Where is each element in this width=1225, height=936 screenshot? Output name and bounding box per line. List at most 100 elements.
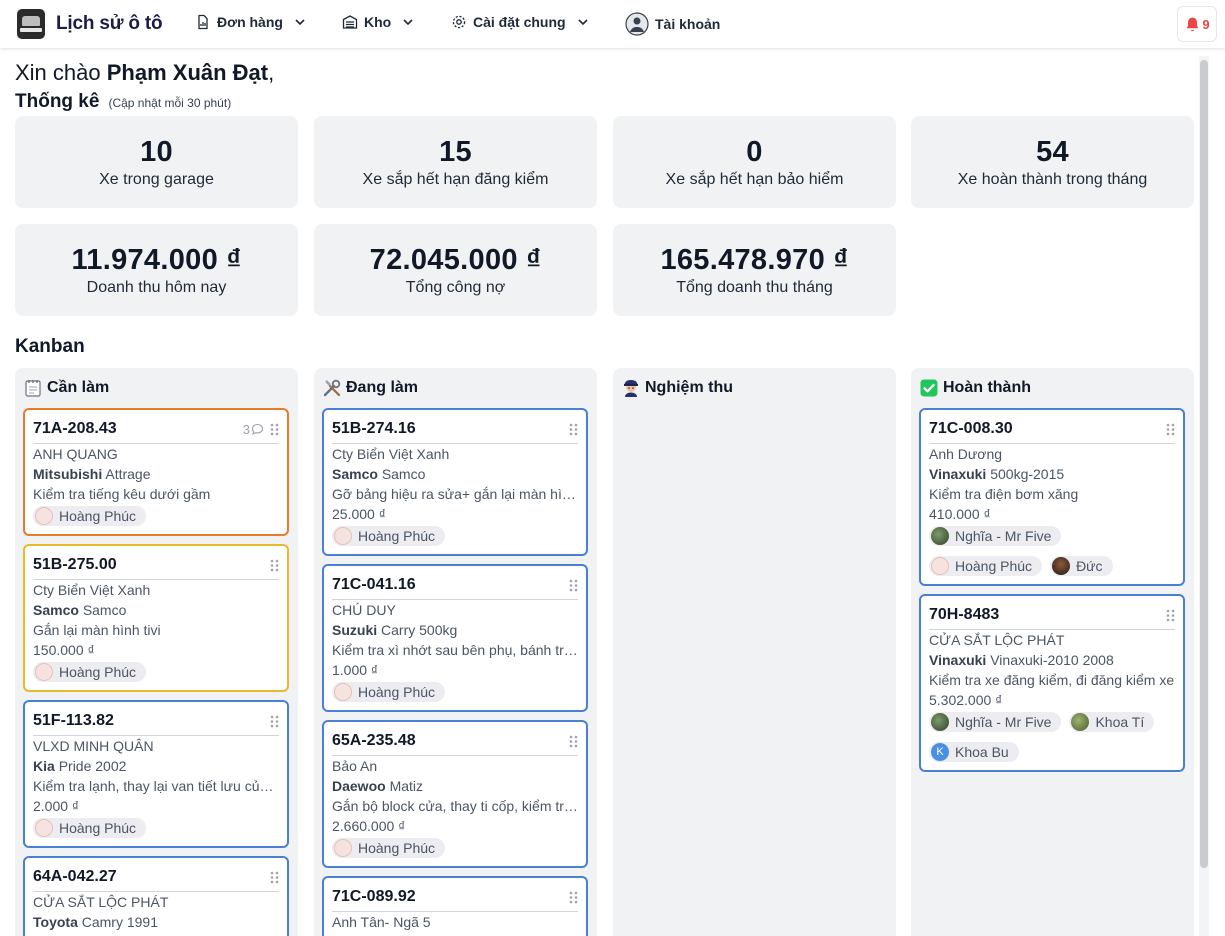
assignee-chip[interactable]: K Khoa Bu: [929, 742, 1019, 762]
assignee-chip[interactable]: Hoàng Phúc: [332, 526, 446, 546]
kanban-card[interactable]: 71C-041.16 CHÚ DUY Suzuki Carry 500kg Kiểm …: [322, 564, 588, 712]
assignee-name: Hoàng Phúc: [955, 558, 1033, 574]
card-plate-row: 64A-042.27: [33, 866, 279, 892]
customer-name: Cty Biển Việt Xanh: [332, 446, 450, 462]
task-description: Kiểm tra xì nhớt sau bên phụ, bánh trước: [332, 642, 578, 658]
vehicle-model: 500kg-2015: [990, 466, 1065, 482]
task-price: 150.000 ₫: [33, 642, 95, 658]
stat-label: Doanh thu hôm nay: [86, 279, 227, 296]
kanban-column-title: Cần làm: [47, 379, 110, 396]
kanban-card[interactable]: 70H-8483 CỬA SẮT LỘC PHÁT Vinaxuki Vinaxuk…: [919, 594, 1185, 772]
vehicle-model: Vinaxuki-2010 2008: [990, 652, 1114, 668]
kanban-card[interactable]: 64A-042.27 CỬA SẮT LỘC PHÁT Toyota Camry 1…: [23, 856, 289, 936]
vehicle-info: Suzuki Carry 500kg: [332, 620, 578, 640]
assignee-chip[interactable]: Đức: [1050, 556, 1113, 576]
assignee-list: Hoàng Phúc: [33, 506, 279, 536]
license-plate: 51F-113.82: [33, 712, 114, 729]
top-navbar: Lịch sử ô tô Đơn hàng Kho Cài đặt chung …: [0, 0, 1225, 48]
assignee-name: Khoa Tí: [1095, 714, 1145, 730]
vehicle-brand: Kia: [33, 758, 55, 774]
assignee-chip[interactable]: Hoàng Phúc: [33, 506, 147, 526]
vehicle-info: Toyota Camry 1991: [33, 912, 279, 932]
card-plate-row: 51F-113.82: [33, 710, 279, 736]
garage-logo-icon: [17, 9, 45, 39]
assignee-chip[interactable]: Khoa Tí: [1069, 712, 1155, 732]
nav-cai-dat-chung[interactable]: Cài đặt chung: [451, 14, 589, 30]
assignee-list: Hoàng Phúc: [33, 662, 279, 692]
drag-handle-icon[interactable]: [569, 579, 578, 592]
kanban-card[interactable]: 71C-008.30 Anh Dương Vinaxuki 500kg-2015 Ki…: [919, 408, 1185, 586]
assignee-chip[interactable]: Hoàng Phúc: [332, 682, 446, 702]
assignee-name: Đức: [1076, 558, 1103, 574]
drag-handle-icon[interactable]: [569, 891, 578, 904]
kanban-card[interactable]: 51F-113.82 VLXD MINH QUÂN Kia Pride 2002 Ki…: [23, 700, 289, 848]
vehicle-model: Attrage: [105, 466, 151, 482]
notifications-button[interactable]: 9: [1177, 6, 1217, 42]
assignee-list: Nghĩa - Mr Five Hoàng Phúc Đức: [929, 526, 1175, 586]
assignee-chip[interactable]: Nghĩa - Mr Five: [929, 712, 1062, 732]
assignee-chip[interactable]: Hoàng Phúc: [33, 818, 147, 838]
avatar: [1052, 557, 1071, 575]
stat-label: Xe trong garage: [99, 171, 214, 188]
comment-count: 3: [242, 421, 250, 437]
brand[interactable]: Lịch sử ô tô: [17, 9, 163, 39]
bell-icon: [1187, 17, 1199, 31]
vehicle-model: Carry 500kg: [381, 622, 458, 638]
scrollbar-thumb[interactable]: [1200, 60, 1208, 868]
drag-handle-icon[interactable]: [270, 559, 279, 572]
assignee-chip[interactable]: Hoàng Phúc: [332, 838, 446, 858]
avatar: [334, 683, 352, 701]
card-plate-row: 71A-208.43 3: [33, 418, 279, 444]
kanban-column-title: Hoàn thành: [943, 379, 1031, 396]
drag-handle-icon[interactable]: [1166, 609, 1175, 622]
stat-card: 15 Xe sắp hết hạn đăng kiểm: [314, 116, 597, 208]
vehicle-brand: Mitsubishi: [33, 466, 103, 482]
drag-handle-icon[interactable]: [270, 715, 279, 728]
customer-name: Anh Dương: [929, 446, 1003, 462]
assignee-chip[interactable]: Hoàng Phúc: [33, 662, 147, 682]
kanban-card[interactable]: 65A-235.48 Bảo An Daewoo Matiz Gắn bộ block…: [322, 720, 588, 868]
license-plate: 70H-8483: [929, 606, 1000, 623]
assignee-list: Hoàng Phúc: [332, 682, 578, 712]
chevron-down-icon: [295, 19, 305, 26]
kanban-card[interactable]: 51B-274.16 Cty Biển Việt Xanh Samco Samco G…: [322, 408, 588, 556]
kanban-card[interactable]: 51B-275.00 Cty Biển Việt Xanh Samco Samco G…: [23, 544, 289, 692]
assignee-name: Hoàng Phúc: [358, 840, 436, 856]
nav-don-hang[interactable]: Đơn hàng: [195, 14, 306, 30]
task-price: 5.302.000 ₫: [929, 692, 1003, 708]
avatar: [334, 839, 352, 857]
card-plate-row: 71C-089.92: [332, 886, 578, 912]
stat-value: 165.478.970 ₫: [660, 244, 849, 276]
nav-tai-khoan[interactable]: Tài khoản: [625, 12, 720, 36]
nav-kho[interactable]: Kho: [342, 14, 414, 30]
customer-name: Bảo An: [332, 758, 378, 774]
vehicle-info: Vinaxuki 500kg-2015: [929, 464, 1175, 484]
card-plate-row: 71C-041.16: [332, 574, 578, 600]
card-actions: [264, 715, 279, 728]
kanban-column-header: Đang làm: [322, 378, 418, 398]
page-scrollbar[interactable]: [1199, 56, 1209, 936]
license-plate: 65A-235.48: [332, 732, 416, 749]
assignee-name: Nghĩa - Mr Five: [955, 714, 1052, 730]
assignee-chip[interactable]: Hoàng Phúc: [929, 556, 1043, 576]
customer-name: VLXD MINH QUÂN: [33, 738, 154, 754]
drag-handle-icon[interactable]: [270, 423, 279, 436]
drag-handle-icon[interactable]: [270, 871, 279, 884]
vehicle-info: Vinaxuki Vinaxuki-2010 2008: [929, 650, 1175, 670]
kanban-card[interactable]: 71C-089.92 Anh Tân- Ngã 5: [322, 876, 588, 936]
assignee-chip[interactable]: Nghĩa - Mr Five: [929, 526, 1062, 546]
avatar: [931, 557, 949, 575]
vehicle-brand: Suzuki: [332, 622, 378, 638]
nav-label: Đơn hàng: [217, 14, 283, 30]
drag-handle-icon[interactable]: [569, 423, 578, 436]
license-plate: 71C-089.92: [332, 888, 416, 905]
inspector-icon: [624, 380, 638, 397]
nav-label: Cài đặt chung: [473, 14, 566, 30]
customer-name: CHÚ DUY: [332, 602, 396, 618]
card-actions: [563, 735, 578, 748]
stat-label: Xe sắp hết hạn bảo hiểm: [665, 171, 844, 188]
chevron-down-icon: [577, 19, 588, 26]
drag-handle-icon[interactable]: [569, 735, 578, 748]
drag-handle-icon[interactable]: [1166, 423, 1175, 436]
kanban-card[interactable]: 71A-208.43 3 ANH QUANG Mitsubishi Attrage Ki…: [23, 408, 289, 536]
